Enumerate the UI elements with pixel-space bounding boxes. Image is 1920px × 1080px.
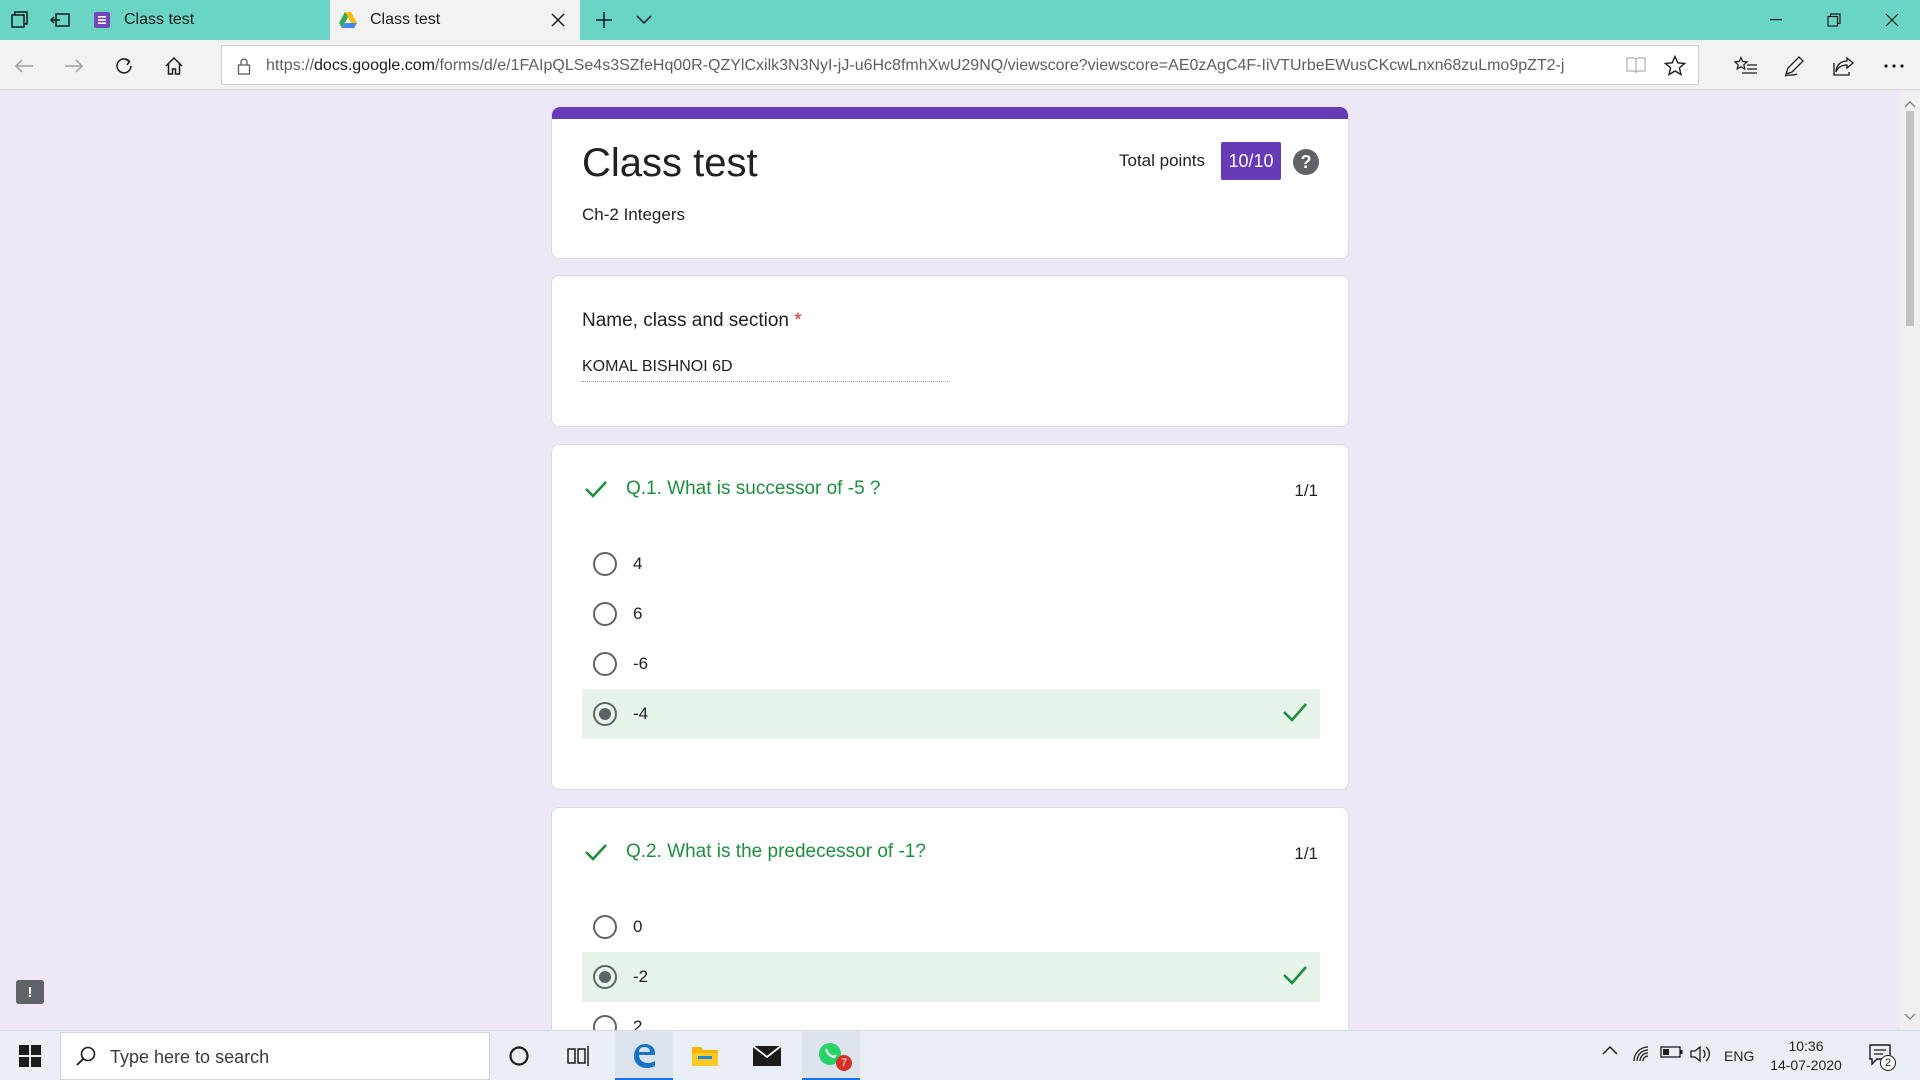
- total-points-label: Total points: [1119, 151, 1205, 170]
- clock-date: 14-07-2020: [1770, 1057, 1842, 1073]
- restore-window-icon[interactable]: [1806, 0, 1862, 40]
- name-question-card: Name, class and section * KOMAL BISHNOI …: [551, 275, 1349, 427]
- share-icon[interactable]: [1830, 52, 1858, 80]
- input-language[interactable]: ENG: [1724, 1048, 1754, 1064]
- forward-arrow-icon[interactable]: [60, 52, 88, 80]
- pen-notes-icon[interactable]: [1780, 52, 1808, 80]
- form-description: Ch-2 Integers: [582, 205, 685, 224]
- refresh-icon[interactable]: [110, 52, 138, 80]
- form-header-card: Class test Ch-2 Integers Total points 10…: [551, 107, 1349, 259]
- new-tab-icon[interactable]: [592, 8, 616, 32]
- option-label: 6: [633, 604, 643, 623]
- radio-button-selected: [593, 702, 617, 726]
- question-points: 1/1: [1294, 844, 1318, 863]
- option-label: 4: [633, 554, 643, 573]
- option-label: -4: [633, 704, 649, 723]
- report-feedback-icon[interactable]: !: [16, 980, 44, 1004]
- correct-answer-check-icon: [1282, 964, 1308, 991]
- search-placeholder: Type here to search: [110, 1047, 270, 1067]
- correct-check-icon: [582, 838, 610, 866]
- help-icon[interactable]: ?: [1293, 149, 1319, 175]
- option-row: 4: [582, 539, 1320, 589]
- option-row-correct: -2: [582, 952, 1320, 1002]
- tab-class-test-inactive[interactable]: Class test: [84, 0, 328, 40]
- option-label: 0: [633, 917, 643, 936]
- add-to-favorites-star-icon[interactable]: [1663, 54, 1687, 82]
- favorites-list-icon[interactable]: [1732, 52, 1760, 80]
- radio-button-selected: [593, 965, 617, 989]
- taskbar-clock[interactable]: 10:36 14-07-2020: [1764, 1037, 1848, 1075]
- name-question-label: Name, class and section *: [582, 310, 802, 331]
- form-accent-bar: [552, 107, 1348, 119]
- question-header: Q.1. What is successor of -5 ?: [582, 475, 880, 503]
- name-answer-value: KOMAL BISHNOI 6D: [582, 358, 733, 375]
- tab-preview-chevron-down-icon[interactable]: [632, 8, 656, 32]
- url-text: https://docs.google.com/forms/d/e/1FAIpQ…: [266, 57, 1565, 74]
- radio-button: [593, 602, 617, 626]
- forms-favicon-icon: [92, 10, 112, 30]
- lock-icon[interactable]: [234, 56, 254, 76]
- close-tab-icon[interactable]: [548, 10, 568, 30]
- minimize-window-icon[interactable]: [1748, 0, 1804, 40]
- taskbar-search-input[interactable]: Type here to search: [60, 1032, 490, 1080]
- more-options-icon[interactable]: [1880, 52, 1908, 80]
- scrollbar-thumb[interactable]: [1906, 111, 1914, 326]
- answer-underline: [582, 381, 948, 382]
- browser-address-bar: https://docs.google.com/forms/d/e/1FAIpQ…: [0, 40, 1920, 90]
- windows-taskbar: Type here to search 7 ENG 10:36 14-07-20…: [0, 1030, 1920, 1080]
- question-header: Q.2. What is the predecessor of -1?: [582, 838, 926, 866]
- back-arrow-icon[interactable]: [10, 52, 38, 80]
- cortana-icon[interactable]: [490, 1031, 548, 1080]
- whatsapp-unread-badge: 7: [836, 1055, 852, 1071]
- file-explorer-icon[interactable]: [676, 1031, 734, 1080]
- wifi-icon[interactable]: [1632, 1045, 1652, 1063]
- total-points-badge: 10/10: [1221, 142, 1281, 180]
- action-center-icon[interactable]: 2: [1868, 1043, 1896, 1072]
- question-text: Q.2. What is the predecessor of -1?: [626, 841, 926, 862]
- radio-button: [593, 552, 617, 576]
- drive-favicon-icon: [338, 10, 358, 30]
- search-icon: [75, 1045, 97, 1072]
- mail-icon[interactable]: [738, 1031, 796, 1080]
- close-window-icon[interactable]: [1864, 0, 1920, 40]
- browser-tab-bar: Class test Class test: [0, 0, 1920, 40]
- option-label: -2: [633, 967, 649, 986]
- set-tabs-aside-icon[interactable]: [48, 8, 72, 32]
- required-asterisk: *: [794, 310, 802, 331]
- task-view-icon[interactable]: [550, 1031, 608, 1080]
- question-points: 1/1: [1294, 481, 1318, 500]
- tab-class-test-active[interactable]: Class test: [330, 0, 580, 40]
- radio-button: [593, 652, 617, 676]
- question-text: Q.1. What is successor of -5 ?: [626, 478, 881, 499]
- notification-count-badge: 2: [1880, 1055, 1896, 1071]
- home-icon[interactable]: [160, 52, 188, 80]
- clock-time: 10:36: [1788, 1038, 1824, 1054]
- correct-check-icon: [582, 475, 610, 503]
- option-row-correct: -4: [582, 689, 1320, 739]
- battery-icon[interactable]: [1660, 1045, 1684, 1059]
- form-title: Class test: [582, 141, 758, 185]
- whatsapp-icon[interactable]: 7: [802, 1031, 860, 1080]
- url-field[interactable]: https://docs.google.com/forms/d/e/1FAIpQ…: [221, 45, 1699, 85]
- edge-browser-icon[interactable]: [615, 1031, 673, 1080]
- option-row: -6: [582, 639, 1320, 689]
- question-card-2: Q.2. What is the predecessor of -1? 1/1 …: [551, 807, 1349, 1067]
- option-label: -6: [633, 654, 649, 673]
- page-scrollbar[interactable]: [1900, 91, 1920, 1030]
- tab-title: Class test: [370, 11, 441, 28]
- windows-start-icon[interactable]: [10, 1041, 50, 1071]
- option-row: 6: [582, 589, 1320, 639]
- option-row: 0: [582, 902, 1320, 952]
- volume-icon[interactable]: [1690, 1045, 1712, 1063]
- scroll-down-arrow-icon[interactable]: [1904, 1008, 1916, 1026]
- reading-view-icon[interactable]: [1626, 56, 1646, 79]
- tab-title: Class test: [124, 11, 195, 28]
- radio-button: [593, 915, 617, 939]
- tab-sets-icon[interactable]: [8, 8, 32, 32]
- show-hidden-icons-chevron-up-icon[interactable]: [1602, 1045, 1618, 1055]
- question-card-1: Q.1. What is successor of -5 ? 1/1 4 6 -…: [551, 444, 1349, 790]
- correct-answer-check-icon: [1282, 701, 1308, 728]
